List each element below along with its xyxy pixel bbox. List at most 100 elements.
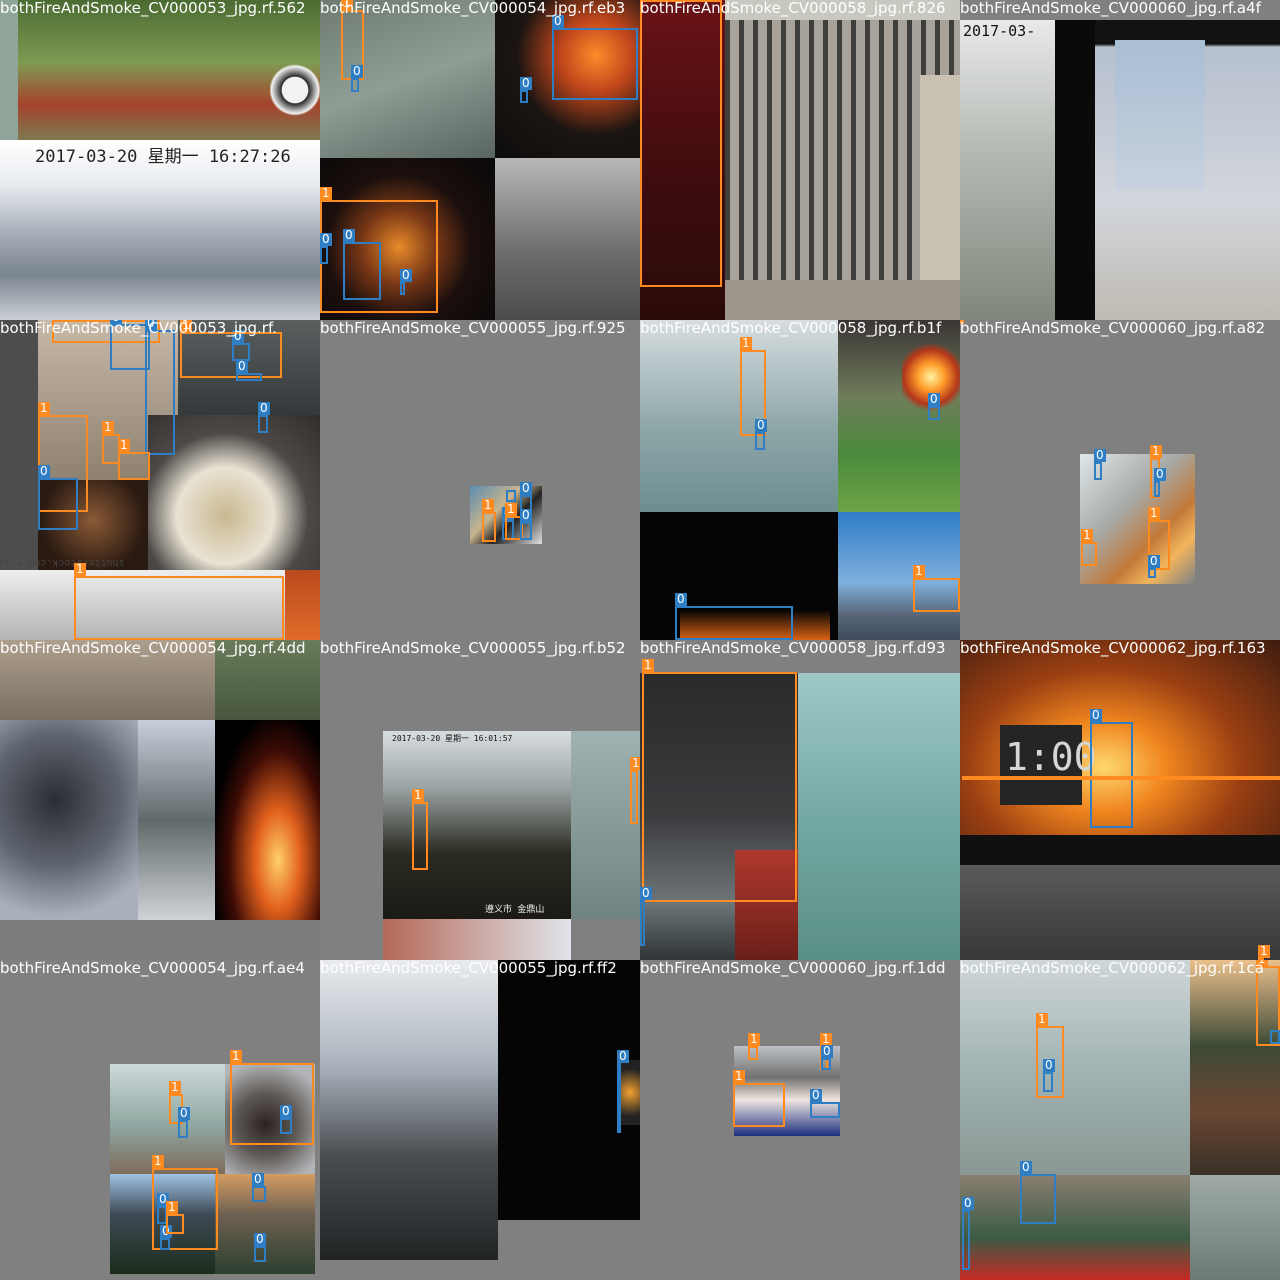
mosaic-tile: 2017-03- bothFireAndSmoke_CV000060_jpg.rf…	[960, 0, 1280, 320]
smoke-bounding-box: 0	[145, 320, 175, 455]
tile-filename: bothFireAndSmoke_CV000054_jpg.rf.4dd	[0, 640, 306, 657]
class-label: 0	[928, 392, 940, 406]
mosaic-tile: 1bothFireAndSmoke_CV000058_jpg.rf.826	[640, 0, 960, 320]
mosaic-tile: 2017-03-20 星期一 16:01:57 遵义市 金鼎山 1 1 bothFire…	[320, 640, 640, 960]
tile-filename: bothFireAndSmoke_CV000054_jpg.rf.ae4	[0, 960, 305, 977]
smoke-bounding-box	[506, 490, 516, 502]
class-label: 0	[520, 481, 532, 495]
fire-bounding-box: 1	[412, 789, 428, 870]
class-label: 1	[1150, 444, 1162, 458]
mosaic-tile: 1 0 1 0 1 0 0 0 0 1 bothFireAndSmoke_CV000054_jpg.…	[0, 960, 320, 1280]
smoke-bounding-box: 0	[178, 1107, 190, 1138]
class-label: 1	[102, 420, 114, 434]
tile-filename: bothFireAndSmoke_CV000058_jpg.rf.b1f	[640, 320, 942, 337]
smoke-bounding-box: 0	[1154, 468, 1166, 497]
smoke-bounding-box: 0	[1043, 1059, 1055, 1092]
fire-bounding-box: 1	[642, 659, 797, 902]
tile-filename: bothFireAndSmoke_CV000055_jpg.rf.925	[320, 320, 626, 337]
fire-bounding-box: 1	[118, 439, 150, 480]
class-label: 1	[505, 502, 517, 516]
class-label: 0	[1154, 467, 1166, 481]
class-label: 0	[520, 508, 532, 522]
smoke-bounding-box: 0	[38, 465, 78, 530]
smoke-bounding-box: 0	[1148, 555, 1160, 578]
photo-fragment	[138, 720, 215, 920]
smoke-bounding-box: 0	[962, 1197, 974, 1270]
class-label: 1	[320, 186, 332, 200]
fire-bounding-box: 1	[166, 1201, 184, 1234]
smoke-bounding-box: 0	[254, 1233, 266, 1262]
class-label: 0	[38, 464, 50, 478]
class-label: 1	[733, 1069, 745, 1083]
mosaic-tile: 1 0 bothFireAndSmoke_CV000058_jpg.rf.d93	[640, 640, 960, 960]
smoke-bounding-box: 0	[160, 1225, 172, 1250]
smoke-bounding-box: 0	[1094, 449, 1106, 480]
class-label: 1	[118, 438, 130, 452]
smoke-bounding-box: 0	[928, 393, 940, 420]
smoke-bounding-box: 0	[1090, 709, 1133, 828]
smoke-bounding-box: 0	[617, 1050, 629, 1133]
class-label: 0	[640, 886, 652, 900]
class-label: 1	[748, 1032, 760, 1046]
fire-bounding-box: 1	[180, 320, 282, 378]
class-label: 0	[1090, 708, 1102, 722]
smoke-bounding-box: 0	[755, 419, 767, 450]
smoke-bounding-box: 0	[520, 77, 532, 103]
class-label: 1	[230, 1049, 242, 1063]
class-label: 0	[810, 1088, 822, 1102]
mosaic-tile: 1 0 0 0 1 bothFireAndSmoke_CV000058_jpg.rf.b1…	[640, 320, 960, 640]
class-label: 1	[152, 1154, 164, 1168]
smoke-bounding-box: 0	[821, 1045, 833, 1070]
image-caption: 2017-03-20 星期一 16:27:26	[35, 147, 291, 167]
image-caption: shutterstock.com • 1446066902	[0, 557, 125, 568]
photo-fragment	[960, 1175, 1190, 1280]
class-label: 1	[412, 788, 424, 802]
photo-fragment	[725, 280, 960, 320]
fire-bounding-box: 1	[640, 0, 722, 287]
class-label: 0	[1020, 1160, 1032, 1174]
photo-fragment	[620, 1060, 640, 1125]
tile-filename: bothFireAndSmoke_CV000054_jpg.rf.eb3	[320, 0, 626, 17]
mosaic-tile: 0101101bothFireAndSmoke_CV000060_jpg.rf.…	[960, 320, 1280, 640]
class-label: 1	[1148, 506, 1160, 520]
tile-filename: bothFireAndSmoke_CV000062_jpg.rf.1ca	[960, 960, 1264, 977]
class-label: 0	[252, 1172, 264, 1186]
mosaic-tile: 1 0 0 0 1 0 0 0 bothFireAndSmoke_CV000054_jpg.rf…	[320, 0, 640, 320]
mosaic-tile: 2017-03-20 星期一 16:27:26 bothFireAndSmoke_…	[0, 0, 320, 320]
class-label: 1	[166, 1200, 178, 1214]
class-label: 0	[280, 1104, 292, 1118]
mosaic-tile: 1:00 0 1 bothFireAndSmoke_CV000062_jpg.rf.1…	[960, 640, 1280, 960]
tile-filename: bothFireAndSmoke_CV000060_jpg.rf.a4f	[960, 0, 1261, 17]
photo-fragment	[0, 140, 320, 320]
photo-fragment	[0, 920, 320, 960]
photo-fragment	[1190, 1175, 1280, 1280]
tile-filename: bothFireAndSmoke_CV000053_jpg.rf.562	[0, 0, 306, 17]
mosaic-tile: shutterstock.com • 144606690210001010110…	[0, 320, 320, 640]
photo-fragment	[1055, 20, 1095, 320]
image-caption: 2017-03-20 星期一 16:01:57	[392, 734, 513, 743]
fire-bounding-box: 1	[230, 1050, 314, 1145]
class-label: 1	[1036, 1012, 1048, 1026]
photo-fragment	[383, 919, 571, 960]
smoke-bounding-box: 0	[280, 1105, 292, 1134]
class-label: 0	[178, 1106, 190, 1120]
mosaic-tile: 0 bothFireAndSmoke_CV000055_jpg.rf.ff2	[320, 960, 640, 1280]
photo-fragment	[110, 1064, 225, 1174]
smoke-bounding-box	[1270, 1030, 1280, 1044]
photo-fragment	[960, 835, 1280, 865]
class-label: 0	[254, 1232, 266, 1246]
tile-filename: bothFireAndSmoke_CV000055_jpg.rf.ff2	[320, 960, 617, 977]
class-label: 1	[74, 562, 86, 576]
class-label: 0	[400, 268, 412, 282]
photo-fragment	[960, 865, 1280, 960]
smoke-bounding-box: 0	[520, 509, 532, 540]
photo-fragment	[0, 0, 18, 140]
class-label: 0	[1148, 554, 1160, 568]
mosaic-tile: 10100bothFireAndSmoke_CV000054_jpg.rf.4d…	[0, 640, 320, 960]
smoke-bounding-box: 0	[343, 229, 381, 300]
photo-fragment	[960, 20, 1055, 320]
smoke-bounding-box: 0	[236, 360, 262, 381]
tile-filename: bothFireAndSmoke_CV000058_jpg.rf.d93	[640, 640, 946, 657]
smoke-bounding-box: 0	[640, 887, 652, 946]
class-label: 1	[642, 658, 654, 672]
